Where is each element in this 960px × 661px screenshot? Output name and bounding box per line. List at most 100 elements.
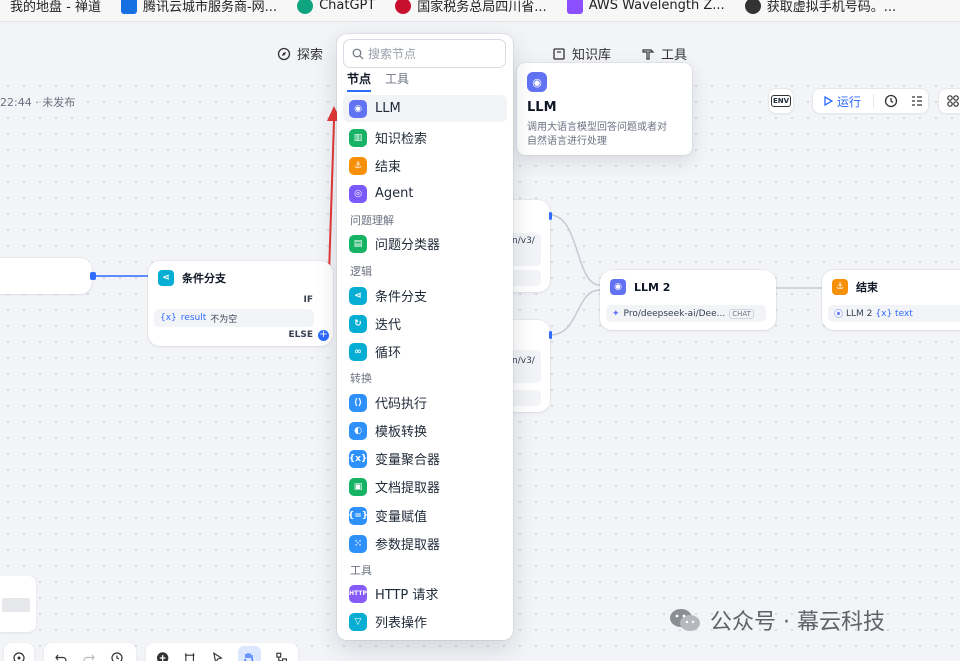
nav-explore[interactable]: 探索 [277,44,323,63]
code-icon: ⟨⟩ [349,393,367,412]
group-label-logic: 逻辑 [350,265,372,278]
node-option-code[interactable]: ⟨⟩ 代码执行 [343,389,507,416]
play-icon [824,96,833,106]
doc-extractor-icon: ▣ [349,477,367,496]
if-else-icon: ⋖ [158,270,174,286]
redo-icon[interactable] [82,651,96,661]
node-option-iteration[interactable]: ↻ 迭代 [343,310,507,337]
knowledge-retrieval-icon: ▥ [349,128,367,147]
condition-variable: result [180,313,207,323]
end-node[interactable]: ⚓ 结束 ⦿ LLM 2 {x} text [822,270,960,330]
node-option-if-else[interactable]: ⋖ 条件分支 [343,282,507,309]
organize-icon[interactable] [275,651,288,661]
zoom-bar [4,643,34,661]
zoom-icon[interactable] [12,651,26,661]
if-else-icon: ⋖ [349,286,367,305]
agent-icon: ◎ [349,184,367,203]
history-icon[interactable] [884,94,898,108]
watermark: 公众号 · 幕云科技 [668,604,885,636]
tab-tools[interactable]: 工具 [385,70,409,92]
grid-icon [947,95,959,107]
llm-small-icon: ⦿ [834,310,844,320]
run-button[interactable]: 运行 [823,93,861,110]
hammer-icon [642,48,655,60]
node-selector-dropdown: 节点 工具 ◉ LLM ▥ 知识检索 ⚓ 结束 ◎ Agent 问题理解 ▤ 问… [337,34,513,640]
end-output-row: ⦿ LLM 2 {x} text [828,305,960,322]
node-option-http-request[interactable]: HTTP HTTP 请求 [343,580,507,607]
version-history-icon[interactable] [110,651,124,661]
add-branch-plus-icon[interactable]: + [318,330,329,341]
checklist-icon[interactable] [910,94,924,108]
else-label: ELSE [288,330,313,340]
nav-knowledge[interactable]: 知识库 [552,44,611,63]
node-option-doc-extractor[interactable]: ▣ 文档提取器 [343,473,507,500]
node-option-question-classifier[interactable]: ▤ 问题分类器 [343,230,507,257]
group-label-tools: 工具 [350,564,372,577]
end-node-title: 结束 [856,281,878,294]
node-option-llm[interactable]: ◉ LLM [343,95,507,122]
node-option-agent[interactable]: ◎ Agent [343,180,507,207]
bookmark-chandao[interactable]: 我的地盘 - 禅道 [4,0,101,15]
add-note-icon[interactable] [183,651,196,661]
end-ref-variable: {x} text [875,308,913,319]
condition-node-title: 条件分支 [182,272,226,285]
iteration-icon: ↻ [349,314,367,333]
compass-icon [277,47,291,60]
parameter-extractor-icon: ⁙ [349,534,367,553]
bookmarks-bar: 我的地盘 - 禅道 腾讯云城市服务商-网... ChatGPT 国家税务总局四川… [0,0,960,22]
node-option-knowledge-retrieval[interactable]: ▥ 知识检索 [343,124,507,151]
wechat-icon [670,609,700,631]
node-option-parameter-extractor[interactable]: ⁙ 参数提取器 [343,530,507,557]
template-icon: ◐ [349,421,367,440]
llm-icon: ◉ [527,72,547,92]
llm2-model-row: ✦ Pro/deepseek-ai/Dee... CHAT [606,305,766,322]
minimap[interactable] [0,576,36,632]
condition-node[interactable]: ⋖ 条件分支 IF {x} result 不为空 ELSE + [148,261,333,346]
env-icon: ENV [770,95,792,107]
node-option-variable-aggregator[interactable]: {x} 变量聚合器 [343,445,507,472]
book-icon [553,47,565,60]
llm-node-bottom-handle[interactable] [549,331,552,339]
llm2-node[interactable]: ◉ LLM 2 ✦ Pro/deepseek-ai/Dee... CHAT [600,270,776,330]
llm-node-bottom-model: n/v3/ [512,356,535,366]
bookmark-tencent-cloud[interactable]: 腾讯云城市服务商-网... [120,0,277,15]
node-option-variable-assign[interactable]: {=} 变量赋值 [343,502,507,529]
tooltip-title: LLM [527,100,557,115]
features-button[interactable] [938,88,960,114]
hand-tool-button[interactable] [237,646,261,661]
node-option-end[interactable]: ⚓ 结束 [343,152,507,179]
condition-row: {x} result 不为空 [154,309,314,327]
start-node[interactable] [0,258,92,294]
node-option-list-operator[interactable]: ▽ 列表操作 [343,608,507,635]
hand-icon [244,653,254,661]
end-icon: ⚓ [349,156,367,175]
llm-node-top-handle[interactable] [549,212,552,220]
node-tooltip: ◉ LLM 调用大语言模型回答问题或者对 自然语言进行处理 [517,63,692,155]
env-button[interactable]: ENV [768,88,794,114]
bookmark-virtual-phone[interactable]: 获取虚拟手机号码。... [744,0,896,15]
add-node-icon[interactable] [156,651,169,661]
start-node-handle[interactable] [90,272,96,280]
tencent-cloud-icon [120,0,137,14]
history-bar [44,643,136,661]
node-option-loop[interactable]: ∞ 循环 [343,338,507,365]
divider [873,94,875,108]
tab-nodes[interactable]: 节点 [347,70,372,92]
llm2-node-title: LLM 2 [634,280,671,294]
globe-icon [744,0,761,14]
emblem-icon [395,0,412,14]
search-input[interactable] [368,46,488,61]
llm-icon: ◉ [349,99,367,118]
nav-tools[interactable]: 工具 [641,44,687,63]
bookmark-tax-bureau[interactable]: 国家税务总局四川省... [395,0,547,15]
pointer-icon[interactable] [211,651,224,661]
canvas-tools-bar [146,643,298,661]
bookmark-aws[interactable]: AWS Wavelength Z... [566,0,725,14]
bookmark-chatgpt[interactable]: ChatGPT [297,0,375,14]
node-option-template[interactable]: ◐ 模板转换 [343,417,507,444]
chatgpt-icon [297,0,314,14]
if-label: IF [303,295,314,305]
undo-icon[interactable] [54,651,68,661]
variable-icon: {x} [160,313,177,323]
loop-icon: ∞ [349,342,367,361]
